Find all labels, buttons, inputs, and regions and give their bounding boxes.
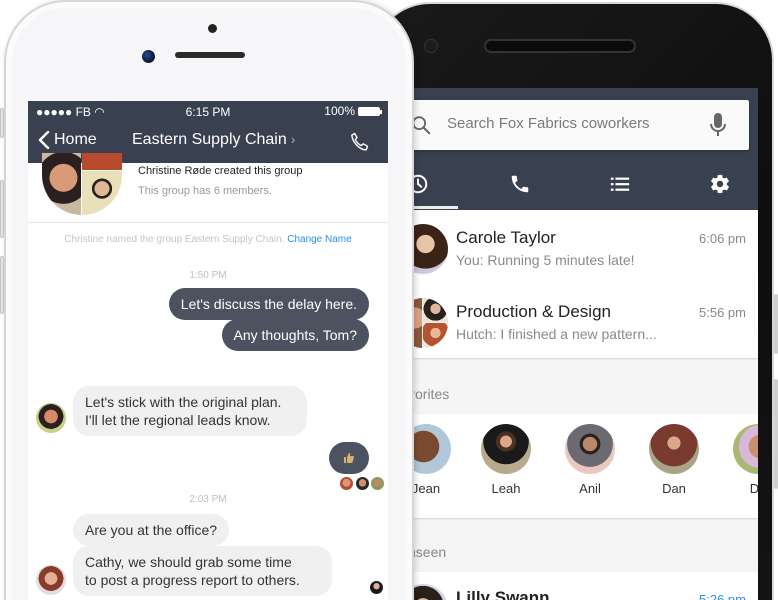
conversation-time: 5:56 pm: [699, 305, 746, 320]
microphone-icon[interactable]: [709, 112, 727, 138]
tab-recent[interactable]: [412, 160, 448, 208]
tab-settings[interactable]: [690, 160, 750, 208]
change-name-link[interactable]: Change Name: [287, 234, 351, 245]
message-line: Cathy, we should grab some time: [85, 554, 292, 570]
conversation-row[interactable]: Carole Taylor You: Running 5 minutes lat…: [412, 214, 758, 286]
android-app-header: Search Fox Fabrics coworkers: [412, 88, 758, 210]
tab-lists[interactable]: [590, 160, 650, 208]
unseen-conversations-card: Lilly Swann 5:26 pm: [412, 572, 758, 600]
conversation-time: 5:26 pm: [699, 592, 746, 600]
iphone-volume-down: [0, 256, 4, 314]
avatar: [412, 224, 448, 274]
thumbs-up-icon: [344, 453, 354, 463]
phone-icon: [511, 175, 529, 193]
outgoing-message[interactable]: Let's discuss the delay here.: [168, 288, 369, 320]
active-tab-indicator: [412, 206, 458, 209]
favorite-contact[interactable]: Dan: [644, 424, 704, 496]
incoming-message[interactable]: Let's stick with the original plan. I'll…: [73, 386, 307, 436]
message-timestamp: 1:50 PM: [189, 270, 227, 281]
favorite-contact[interactable]: Do: [728, 424, 758, 496]
seen-avatar: [356, 477, 369, 490]
seen-avatar: [371, 477, 384, 490]
settings-gear-icon: [711, 174, 729, 194]
conversation-snippet: You: Running 5 minutes late!: [456, 252, 635, 268]
avatar: [733, 424, 758, 474]
outgoing-like-message[interactable]: [329, 442, 369, 474]
coworker-search-bar[interactable]: Search Fox Fabrics coworkers: [412, 100, 749, 150]
favorites-card: Jean Leah Anil Dan Do: [412, 414, 758, 518]
message-timestamp: 2:03 PM: [189, 494, 227, 505]
android-volume-button: [774, 379, 778, 489]
message-line: Let's stick with the original plan.: [85, 394, 282, 410]
favorite-name: Jean: [412, 481, 441, 496]
list-icon: [610, 177, 630, 191]
favorite-contact[interactable]: Leah: [476, 424, 536, 496]
chevron-left-icon: [38, 131, 50, 149]
favorite-name: Dan: [662, 481, 686, 496]
favorites-section-label: vorites: [412, 386, 450, 402]
iphone-earpiece: [175, 52, 245, 58]
group-created-text: Christine Røde created this group: [138, 165, 303, 177]
search-icon: [412, 116, 431, 135]
system-note: Christine named the group Eastern Supply…: [28, 234, 388, 245]
system-note-text: Christine named the group Eastern Supply…: [64, 234, 285, 245]
group-title[interactable]: Eastern Supply Chain ›: [132, 131, 295, 149]
search-placeholder: Search Fox Fabrics coworkers: [447, 115, 650, 132]
android-tab-bar: [412, 160, 758, 208]
android-screen: Search Fox Fabrics coworkers Carole Tayl…: [412, 88, 758, 600]
conversation-time: 6:06 pm: [699, 231, 746, 246]
recent-clock-icon: [412, 174, 428, 194]
group-members-text: This group has 6 members.: [138, 185, 272, 197]
message-line: to post a progress report to others.: [85, 572, 300, 588]
iphone-screen: ●●●●● FB ◠ 6:15 PM 100% Home Eastern Sup…: [28, 101, 388, 600]
group-avatar: [412, 298, 448, 348]
avatar: [565, 424, 615, 474]
iphone-sensor: [208, 24, 217, 33]
conversation-name: Carole Taylor: [456, 228, 556, 247]
unseen-section-label: nseen: [412, 544, 447, 560]
favorite-contact[interactable]: Anil: [560, 424, 620, 496]
avatar: [649, 424, 699, 474]
android-speaker: [484, 39, 636, 53]
status-bar: ●●●●● FB ◠ 6:15 PM 100%: [28, 101, 388, 121]
iphone-front-camera: [142, 50, 155, 63]
group-title-text: Eastern Supply Chain: [132, 131, 287, 148]
sender-avatar[interactable]: [36, 403, 66, 433]
sender-avatar[interactable]: [36, 565, 66, 595]
recent-conversations-card: Carole Taylor You: Running 5 minutes lat…: [412, 210, 758, 358]
android-camera: [424, 39, 438, 53]
incoming-message[interactable]: Cathy, we should grab some time to post …: [73, 546, 332, 596]
seen-avatar: [340, 477, 353, 490]
conversation-name: Production & Design: [456, 302, 611, 321]
favorite-contact[interactable]: Jean: [412, 424, 456, 496]
incoming-message[interactable]: Are you at the office?: [73, 514, 230, 546]
device-showcase: Search Fox Fabrics coworkers Carole Tayl…: [0, 0, 778, 600]
conversation-row[interactable]: Lilly Swann 5:26 pm: [412, 572, 758, 600]
favorite-name: Anil: [579, 481, 601, 496]
message-line: I'll let the regional leads know.: [85, 412, 271, 428]
conversation-snippet: Hutch: I finished a new pattern...: [456, 326, 657, 342]
android-side-button: [774, 294, 778, 354]
outgoing-message[interactable]: Any thoughts, Tom?: [221, 319, 369, 351]
avatar: [412, 424, 451, 474]
group-avatar: [42, 153, 122, 215]
battery-icon: [358, 106, 382, 116]
chevron-right-icon: ›: [290, 131, 296, 147]
iphone-volume-up: [0, 180, 4, 238]
battery-status: 100%: [324, 104, 382, 118]
back-button[interactable]: Home: [38, 131, 97, 149]
favorite-name: Leah: [491, 481, 521, 496]
favorite-name: Do: [749, 481, 758, 496]
avatar: [412, 584, 448, 600]
phone-call-icon[interactable]: [348, 130, 372, 154]
conversation-name: Lilly Swann: [456, 588, 550, 600]
conversation-row[interactable]: Production & Design Hutch: I finished a …: [412, 288, 758, 360]
back-label: Home: [54, 131, 97, 148]
tab-calls[interactable]: [490, 160, 550, 208]
avatar: [481, 424, 531, 474]
seen-avatar: [370, 581, 383, 594]
group-info-header: Christine Røde created this group This g…: [28, 153, 388, 223]
iphone-mute-switch: [0, 108, 4, 138]
